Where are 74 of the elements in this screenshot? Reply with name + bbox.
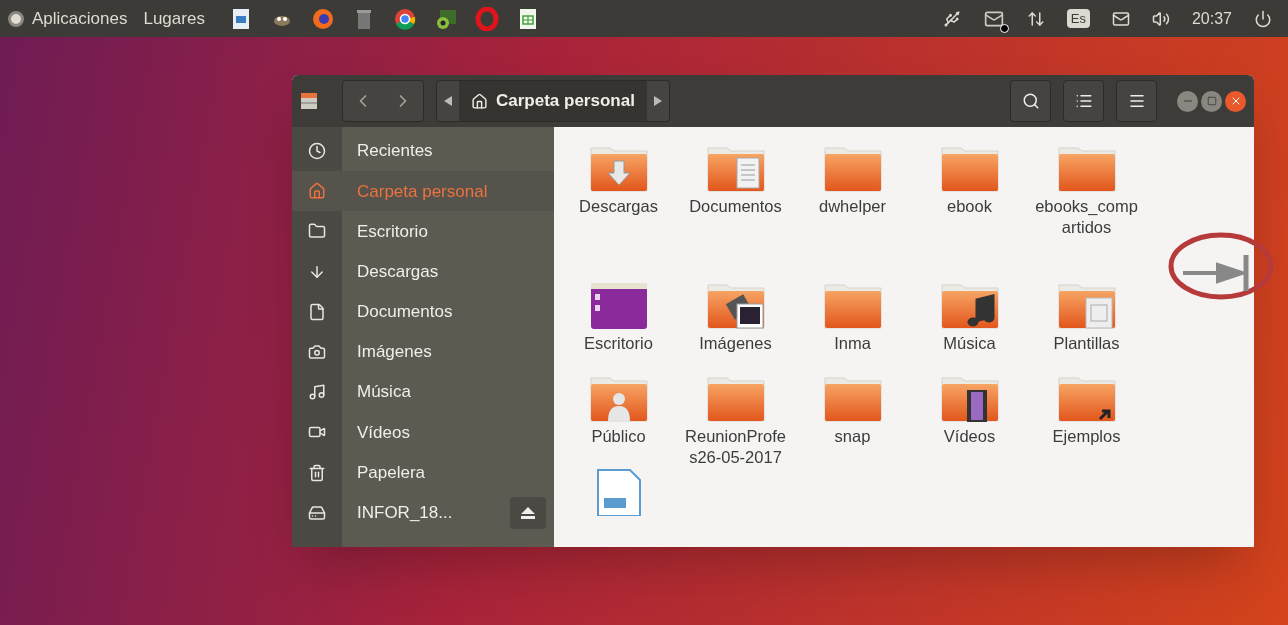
file-name[interactable]: dwhelper <box>800 196 905 217</box>
file-name[interactable]: Documentos <box>683 196 788 217</box>
power-icon[interactable] <box>1254 9 1272 28</box>
file-name[interactable]: Vídeos <box>917 426 1022 447</box>
folder-icon <box>706 375 765 423</box>
maximize-icon <box>1206 96 1217 106</box>
list-view-icon <box>1074 92 1093 110</box>
sidebar-item[interactable]: Vídeos <box>292 412 554 453</box>
close-button[interactable] <box>1225 90 1246 112</box>
keyboard-layout-indicator[interactable]: Es <box>1066 8 1090 29</box>
eject-button[interactable] <box>510 496 546 529</box>
pictures-folder-icon <box>706 282 765 330</box>
clock[interactable]: 20:37 <box>1191 6 1232 31</box>
file-name[interactable]: ReunionProfes26-05-2017 <box>683 426 788 468</box>
download-folder-icon <box>589 145 648 193</box>
volume-icon[interactable] <box>1151 9 1170 28</box>
left-triangle-icon <box>444 96 452 106</box>
person-folder-icon <box>589 375 648 423</box>
menu-button[interactable] <box>1116 80 1157 122</box>
network-icon[interactable] <box>1026 9 1045 28</box>
file-name[interactable]: ebooks_compartidos <box>1034 196 1139 238</box>
sidebar-item[interactable]: Música <box>292 372 554 413</box>
home-icon <box>308 182 326 201</box>
mail-icon[interactable] <box>1111 9 1130 28</box>
sidebar-item[interactable]: Escritorio <box>292 211 554 252</box>
path-button[interactable]: Carpeta personal <box>459 81 647 121</box>
sidebar-item[interactable]: Descargas <box>292 251 554 292</box>
file-name[interactable]: Escritorio <box>566 333 671 354</box>
templates-folder-icon <box>1057 282 1116 330</box>
file-name[interactable]: Plantillas <box>1034 333 1139 354</box>
file-cabinet-icon <box>300 92 318 110</box>
menu-icon <box>1127 92 1146 110</box>
eject-icon <box>521 506 535 519</box>
view-toggle-button[interactable] <box>1063 80 1104 122</box>
usb-icon[interactable] <box>942 9 961 28</box>
file-name[interactable]: Descargas <box>566 196 671 217</box>
minimize-button[interactable] <box>1177 90 1198 112</box>
home-icon <box>471 92 488 110</box>
globe-icon[interactable] <box>310 6 335 31</box>
document-icon <box>308 302 326 321</box>
documents-folder-icon <box>706 145 765 193</box>
drive-icon <box>308 503 326 522</box>
sidebar-item[interactable]: Recientes <box>292 131 554 172</box>
folder-icon <box>823 145 882 193</box>
sidebar-item[interactable]: Documentos <box>292 291 554 332</box>
folder-icon <box>308 222 326 241</box>
tricolor-circle-icon[interactable] <box>392 6 417 31</box>
desktop-icon <box>589 282 648 330</box>
file-name[interactable]: Música <box>917 333 1022 354</box>
panel-menu[interactable]: Aplicaciones <box>32 5 136 32</box>
file-name[interactable]: snap <box>800 426 905 447</box>
sidebar-item[interactable]: Papelera <box>292 452 554 493</box>
shortcut-folder-icon <box>1057 375 1116 423</box>
trash-icon <box>308 463 326 482</box>
file-name[interactable]: Público <box>566 426 671 447</box>
file-name[interactable]: Imágenes <box>683 333 788 354</box>
search-icon <box>1021 92 1040 110</box>
file-name[interactable]: ebook <box>917 196 1022 217</box>
music-folder-icon <box>940 282 999 330</box>
folder-icon <box>823 282 882 330</box>
folder-icon <box>1057 145 1116 193</box>
film-folder-icon <box>940 375 999 423</box>
search-button[interactable] <box>1010 80 1051 122</box>
camera-icon <box>308 343 326 362</box>
sidebar-item[interactable]: INFOR_18... <box>292 492 554 533</box>
file-name[interactable]: Inma <box>800 333 905 354</box>
folder-icon <box>823 375 882 423</box>
sidebar-item[interactable]: Imágenes <box>292 331 554 373</box>
folder-icon <box>940 145 999 193</box>
right-triangle-icon <box>653 96 662 106</box>
panel-menu[interactable]: Lugares <box>143 5 213 32</box>
clock-icon <box>308 142 326 161</box>
music-icon <box>308 383 326 402</box>
file-name[interactable]: Ejemplos <box>1034 426 1139 447</box>
